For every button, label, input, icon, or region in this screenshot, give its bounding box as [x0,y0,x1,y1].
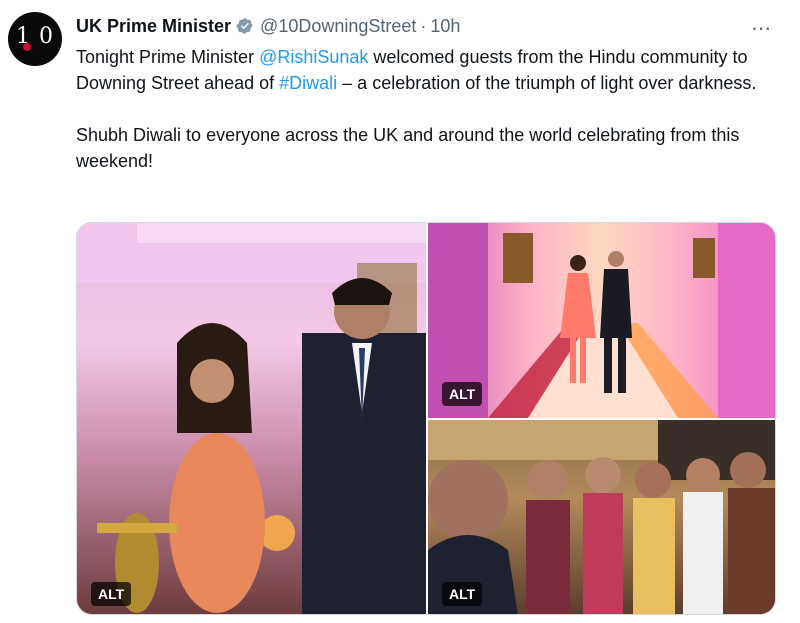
tweet-text: Tonight Prime Minister @RishiSunak welco… [76,44,776,174]
more-options-icon[interactable]: ⋯ [751,16,772,41]
mention-link[interactable]: @RishiSunak [259,47,368,67]
alt-text-badge[interactable]: ALT [91,582,132,606]
media-grid: ALT ALT ALT [76,222,776,615]
verified-badge-icon[interactable] [236,17,254,35]
tweet[interactable]: 1 0 UK Prime Minister @10DowningStreet ·… [0,0,800,623]
display-name[interactable]: UK Prime Minister [76,16,231,37]
avatar-logo-icon: 1 0 [16,24,54,49]
photo-1-illustration [77,223,426,614]
tweet-header: UK Prime Minister @10DowningStreet · 10h [76,14,460,38]
header-separator: · [420,15,427,36]
photo-lighting-diya[interactable]: ALT [77,223,426,614]
hashtag-link[interactable]: #Diwali [279,73,337,93]
alt-text-badge[interactable]: ALT [442,582,483,606]
account-avatar[interactable]: 1 0 [8,12,62,66]
account-handle[interactable]: @10DowningStreet [260,16,416,37]
tweet-paragraph-1: Tonight Prime Minister @RishiSunak welco… [76,44,776,96]
tweet-paragraph-2: Shubh Diwali to everyone across the UK a… [76,125,740,171]
avatar-red-dot [23,43,31,51]
alt-text-badge[interactable]: ALT [442,382,483,406]
photo-corridor-walk[interactable]: ALT [428,223,775,418]
photo-group-guests[interactable]: ALT [428,420,775,614]
tweet-timestamp[interactable]: 10h [430,16,460,37]
tweet-text-segment: Tonight Prime Minister [76,47,260,67]
tweet-text-segment: – a celebration of the triumph of light … [337,73,757,93]
